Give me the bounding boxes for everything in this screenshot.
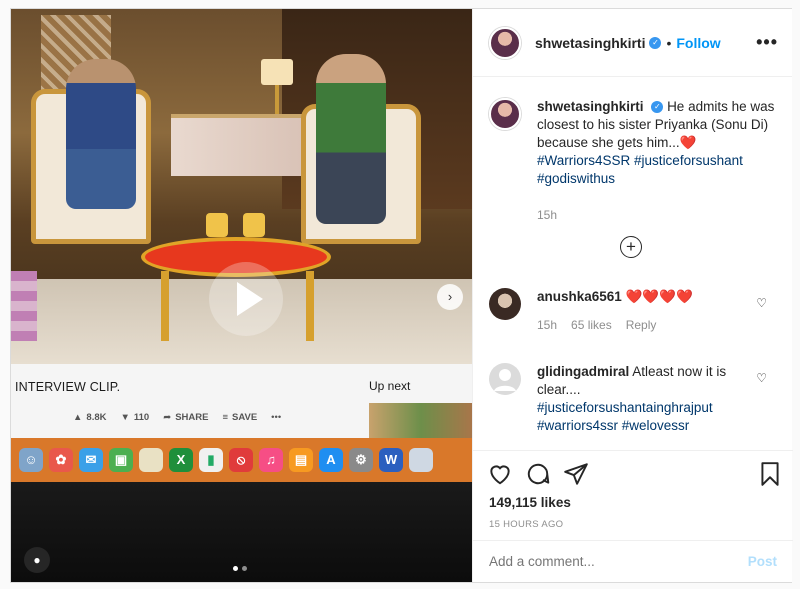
like-comment-icon[interactable]: ♡: [756, 296, 767, 310]
share-icon: ➦ SHARE: [163, 412, 209, 423]
embedded-video-bar: INTERVIEW CLIP. Up next ▲ 8.8K ▼ 110 ➦ SHAR…: [11, 364, 472, 438]
commenter-username[interactable]: anushka6561: [537, 289, 622, 304]
lamp-stand: [275, 85, 279, 115]
hashtag-link[interactable]: #welovessr: [622, 418, 690, 433]
caption-avatar[interactable]: [489, 98, 521, 130]
play-icon[interactable]: [209, 262, 283, 336]
mac-dock: ☺ ✿ ✉ ▣ X ▮ ⦸ ♫ ▤ A ⚙ W: [11, 438, 472, 482]
excel-icon: X: [169, 448, 193, 472]
commenter-avatar[interactable]: [489, 363, 521, 395]
likes-count: 8.8K: [86, 412, 107, 423]
comments-list[interactable]: shwetasinghkirti ✓ He admits he was clos…: [473, 78, 793, 450]
blocked-app-icon: ⦸: [229, 448, 253, 472]
comment-input[interactable]: [489, 554, 748, 569]
carousel-dots: [233, 566, 247, 571]
hashtag-link[interactable]: #godiswithus: [537, 171, 615, 186]
likes-count[interactable]: 149,115 likes: [489, 495, 571, 510]
candle-holder: [243, 213, 265, 237]
messages-icon: ✉: [79, 448, 103, 472]
table-leg: [161, 271, 169, 341]
interviewer-figure: [66, 59, 136, 209]
default-avatar-icon: [494, 369, 516, 391]
add-comment-bar: Post: [473, 540, 793, 582]
comment-text: anushka6561 ❤️❤️❤️❤️: [537, 288, 742, 306]
notes-icon: [139, 448, 163, 472]
pixelated-region: [11, 271, 37, 341]
comment-text: glidingadmiral Atleast now it is clear..…: [537, 363, 742, 435]
hashtag-link[interactable]: #justiceforsushant: [634, 153, 743, 168]
thumbs-up-icon: ▲ 8.8K: [73, 412, 107, 423]
numbers-icon: ▮: [199, 448, 223, 472]
author-username[interactable]: shwetasinghkirti: [535, 35, 645, 51]
post-actions: 149,115 likes 15 HOURS AGO: [473, 450, 793, 540]
share-direct-icon[interactable]: [563, 461, 589, 487]
hashtag-link[interactable]: #justiceforsushantainghrajput: [537, 400, 713, 415]
candle-holder: [206, 213, 228, 237]
comment-body: ❤️❤️❤️❤️: [625, 289, 693, 304]
user-tag-icon[interactable]: ●: [24, 547, 50, 573]
finder-icon: ☺: [19, 448, 43, 472]
comment-icon[interactable]: [525, 461, 551, 487]
commenter-username[interactable]: glidingadmiral: [537, 364, 629, 379]
hashtag-link[interactable]: #Warriors4SSR: [537, 153, 630, 168]
load-more-comments-button[interactable]: +: [620, 236, 642, 258]
post-side-panel: shwetasinghkirti ✓ • Follow ••• shwetasi…: [472, 9, 793, 582]
preview-icon: [409, 448, 433, 472]
video-actions: ▲ 8.8K ▼ 110 ➦ SHARE ≡ SAVE •••: [73, 412, 281, 423]
books-icon: ▤: [289, 448, 313, 472]
caption-username[interactable]: shwetasinghkirti: [537, 99, 644, 114]
table-leg: [306, 271, 314, 341]
comment-meta: 15h 65 likes Reply: [537, 318, 656, 332]
verified-badge-icon: ✓: [651, 101, 664, 114]
guest-figure: [316, 54, 386, 224]
post-header: shwetasinghkirti ✓ • Follow •••: [473, 9, 792, 77]
save-icon: ≡ SAVE: [222, 412, 258, 423]
more-options-icon[interactable]: •••: [756, 32, 778, 53]
up-next-label: Up next: [369, 379, 411, 393]
photos-icon: ✿: [49, 448, 73, 472]
video-title: INTERVIEW CLIP.: [15, 380, 121, 394]
word-icon: W: [379, 448, 403, 472]
app-store-icon: A: [319, 448, 343, 472]
thumbs-down-icon: ▼ 110: [120, 412, 150, 423]
caption-time: 15h: [537, 208, 558, 222]
carousel-next-icon[interactable]: ›: [437, 284, 463, 310]
heart-emoji: ❤️: [679, 135, 697, 150]
action-icons-row: [487, 459, 783, 489]
save-bookmark-icon[interactable]: [757, 461, 783, 487]
facetime-icon: ▣: [109, 448, 133, 472]
lamp: [261, 59, 293, 85]
save-label: SAVE: [232, 412, 258, 423]
author-avatar[interactable]: [489, 26, 521, 59]
dislikes-count: 110: [133, 412, 150, 423]
more-icon: •••: [271, 412, 282, 423]
comment-time: 15h: [537, 318, 558, 332]
post-comment-button[interactable]: Post: [748, 554, 777, 569]
music-icon: ♫: [259, 448, 283, 472]
carousel-dot: [233, 566, 238, 571]
share-label: SHARE: [175, 412, 209, 423]
reply-button[interactable]: Reply: [626, 318, 657, 332]
follow-button[interactable]: Follow: [676, 35, 720, 51]
instagram-post-modal: › INTERVIEW CLIP. Up next ▲ 8.8K ▼ 110 ➦ SH…: [0, 0, 800, 589]
post-timestamp: 15 HOURS AGO: [489, 519, 564, 530]
carousel-dot: [242, 566, 247, 571]
caption-text: shwetasinghkirti ✓ He admits he was clos…: [537, 98, 777, 188]
verified-badge-icon: ✓: [649, 36, 662, 49]
like-comment-icon[interactable]: ♡: [756, 371, 767, 385]
comment-likes[interactable]: 65 likes: [571, 318, 612, 332]
hashtag-link[interactable]: #warriors4ssr: [537, 418, 618, 433]
up-next-thumbnail: [369, 403, 472, 438]
post-frame: › INTERVIEW CLIP. Up next ▲ 8.8K ▼ 110 ➦ SH…: [10, 8, 793, 583]
like-heart-icon[interactable]: [487, 461, 513, 487]
settings-icon: ⚙: [349, 448, 373, 472]
header-separator: •: [666, 34, 672, 51]
sideboard: [171, 114, 311, 176]
commenter-avatar[interactable]: [489, 288, 521, 320]
post-media[interactable]: › INTERVIEW CLIP. Up next ▲ 8.8K ▼ 110 ➦ SH…: [11, 9, 472, 582]
